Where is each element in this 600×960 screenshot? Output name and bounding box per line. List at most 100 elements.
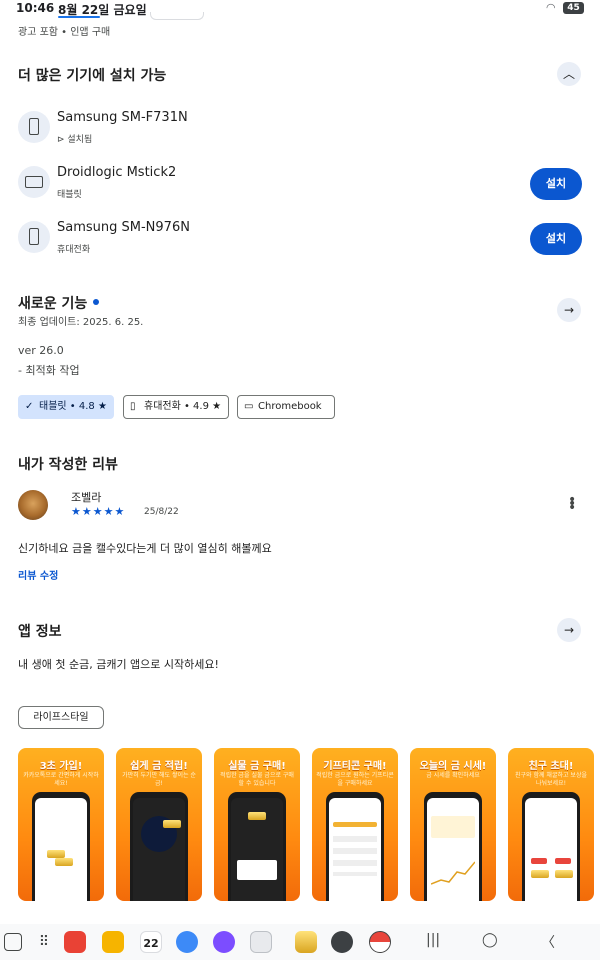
phone-screen xyxy=(525,798,577,901)
product-grid xyxy=(237,860,277,880)
phone-icon xyxy=(18,111,50,143)
device-row: Samsung SM-N976N 휴대전화 설치 xyxy=(18,219,582,259)
screenshot-title: 쉽게 금 적립! xyxy=(130,761,188,772)
phone-screen xyxy=(427,798,479,901)
browser-app-icon[interactable] xyxy=(213,931,235,953)
gold-bar-icon xyxy=(47,850,65,858)
system-nav-bar: ⠿ 22 ||| ◯ 〈 xyxy=(0,924,600,960)
screenshot-card[interactable]: 오늘의 금 시세! 금 시세를 확인하세요 xyxy=(410,748,496,901)
screenshot-title: 친구 초대! xyxy=(528,761,574,772)
new-indicator-dot xyxy=(93,299,99,305)
app-info-arrow-button[interactable]: → xyxy=(557,618,581,642)
chevron-up-icon: ︿ xyxy=(562,67,575,81)
review-date: 25/8/22 xyxy=(144,507,179,517)
battery-icon: 45 xyxy=(563,2,584,14)
phone-mockup xyxy=(326,792,384,901)
files-app-icon[interactable] xyxy=(102,931,124,953)
chip-phone-rating[interactable]: ▯ 휴대전화 • 4.9 ★ xyxy=(123,395,229,419)
search-bar xyxy=(333,822,377,827)
gold-bar-icon xyxy=(248,812,266,820)
gold-bar-icon xyxy=(55,858,73,866)
tab-indicator xyxy=(58,16,100,18)
collapse-button[interactable]: ︿ xyxy=(557,62,581,86)
screenshot-card[interactable]: 쉽게 금 적립! 가만히 두기만 해도 쌓이는 순금! xyxy=(116,748,202,901)
version-text: ver 26.0 xyxy=(18,344,64,357)
ad-note: 광고 포함 • 인앱 구매 xyxy=(18,27,111,38)
device-name: Droidlogic Mstick2 xyxy=(57,165,177,180)
last-updated: 최종 업데이트: 2025. 6. 25. xyxy=(18,317,144,328)
install-button[interactable]: 설치 xyxy=(530,223,582,255)
avatar xyxy=(18,490,48,520)
phone-screen xyxy=(35,798,87,901)
phone-screen xyxy=(329,798,381,901)
device-status: 태블릿 xyxy=(57,190,82,200)
chip-chromebook[interactable]: ▭ Chromebook xyxy=(237,395,335,419)
messages-app-icon[interactable] xyxy=(176,931,198,953)
screenshot-card[interactable]: 기프티콘 구매! 적립한 금으로 원하는 기프티콘을 구매하세요 xyxy=(312,748,398,901)
phone-mockup xyxy=(228,792,286,901)
chip-label: 태블릿 • 4.8 ★ xyxy=(39,401,107,412)
arrow-right-icon: → xyxy=(563,623,575,637)
laptop-icon: ▭ xyxy=(244,401,254,412)
whats-new-title[interactable]: 새로운 기능 xyxy=(18,293,87,313)
screenshot-title: 3초 가입! xyxy=(39,761,83,772)
apps-grid-icon[interactable]: ⠿ xyxy=(33,931,55,953)
screenshot-title: 오늘의 금 시세! xyxy=(419,761,487,772)
phone-icon xyxy=(18,221,50,253)
screenshot-subtitle: 적립한 금으로 원하는 기프티콘을 구매하세요 xyxy=(316,772,394,787)
edit-review-link[interactable]: 리뷰 수정 xyxy=(18,567,58,582)
device-name: Samsung SM-N976N xyxy=(57,220,190,235)
screenshot-title: 실물 금 구매! xyxy=(228,761,286,772)
screenshot-title: 기프티콘 구매! xyxy=(323,761,387,772)
gifticon-list xyxy=(333,836,377,876)
back-icon[interactable]: 〈 xyxy=(541,932,555,952)
gold-bar-icon xyxy=(163,820,181,828)
recent-apps-icon[interactable]: ||| xyxy=(426,932,440,948)
phone-screen xyxy=(133,798,185,901)
release-note: - 최적화 작업 xyxy=(18,364,80,377)
gold-bar-icon xyxy=(555,870,573,878)
game-app-icon[interactable] xyxy=(369,931,391,953)
review-text: 신기하네요 금을 캘수있다는게 더 많이 열심히 해볼께요 xyxy=(18,542,272,555)
screenshot-carousel[interactable]: 3초 가입! 카카오톡으로 간편하게 시작하세요! 쉽게 금 적립! 가만히 두… xyxy=(18,748,600,901)
assistant-icon[interactable] xyxy=(4,933,22,951)
screenshot-card[interactable]: 실물 금 구매! 적립한 금을 실물 금으로 구매 할 수 있습니다 xyxy=(214,748,300,901)
phone-icon: ▯ xyxy=(130,401,136,412)
phone-mockup xyxy=(32,792,90,901)
whats-new-arrow-button[interactable]: → xyxy=(557,298,581,322)
calendar-app-icon[interactable]: 22 xyxy=(140,931,162,953)
status-time: 10:46 xyxy=(16,1,55,15)
gold-app-icon[interactable] xyxy=(295,931,317,953)
phone-screen xyxy=(231,798,283,901)
more-options-icon[interactable]: • • • xyxy=(568,493,576,515)
invite-badge xyxy=(555,858,571,864)
phone-mockup xyxy=(424,792,482,901)
tablet-icon xyxy=(18,166,50,198)
phone-mockup xyxy=(130,792,188,901)
install-button[interactable]: 설치 xyxy=(530,168,582,200)
screenshot-subtitle: 적립한 금을 실물 금으로 구매 할 수 있습니다 xyxy=(220,772,294,787)
price-card xyxy=(431,816,475,838)
home-icon[interactable]: ◯ xyxy=(482,932,498,948)
chip-label: 휴대전화 • 4.9 ★ xyxy=(144,401,222,412)
reviewer-name: 조벨라 xyxy=(71,491,102,504)
device-status: 휴대전화 xyxy=(57,245,91,255)
wifi-icon: ◠ xyxy=(546,1,556,14)
price-chart-icon xyxy=(431,861,475,885)
notes-app-icon[interactable] xyxy=(64,931,86,953)
screenshot-card[interactable]: 친구 초대! 친구와 함께 채굴하고 보상을 나눠보세요! xyxy=(508,748,594,901)
screenshot-subtitle: 금 시세를 확인하세요 xyxy=(426,772,480,779)
chip-label: Chromebook xyxy=(258,401,322,412)
install-more-title: 더 많은 기기에 설치 가능 xyxy=(18,68,167,84)
settings-app-icon[interactable] xyxy=(331,931,353,953)
star-rating: ★★★★★ xyxy=(71,505,126,518)
category-chip[interactable]: 라이프스타일 xyxy=(18,706,104,729)
camera-app-icon[interactable] xyxy=(250,931,272,953)
header-chip-edge xyxy=(150,12,204,20)
app-info-title[interactable]: 앱 정보 xyxy=(18,621,62,641)
arrow-right-icon: → xyxy=(563,303,575,317)
screenshot-subtitle: 카카오톡으로 간편하게 시작하세요! xyxy=(23,772,99,787)
screenshot-card[interactable]: 3초 가입! 카카오톡으로 간편하게 시작하세요! xyxy=(18,748,104,901)
status-bar: 10:46 8월 22일 금요일 ◠ 45 xyxy=(0,0,600,20)
chip-tablet-rating[interactable]: ✓ 태블릿 • 4.8 ★ xyxy=(18,395,114,419)
